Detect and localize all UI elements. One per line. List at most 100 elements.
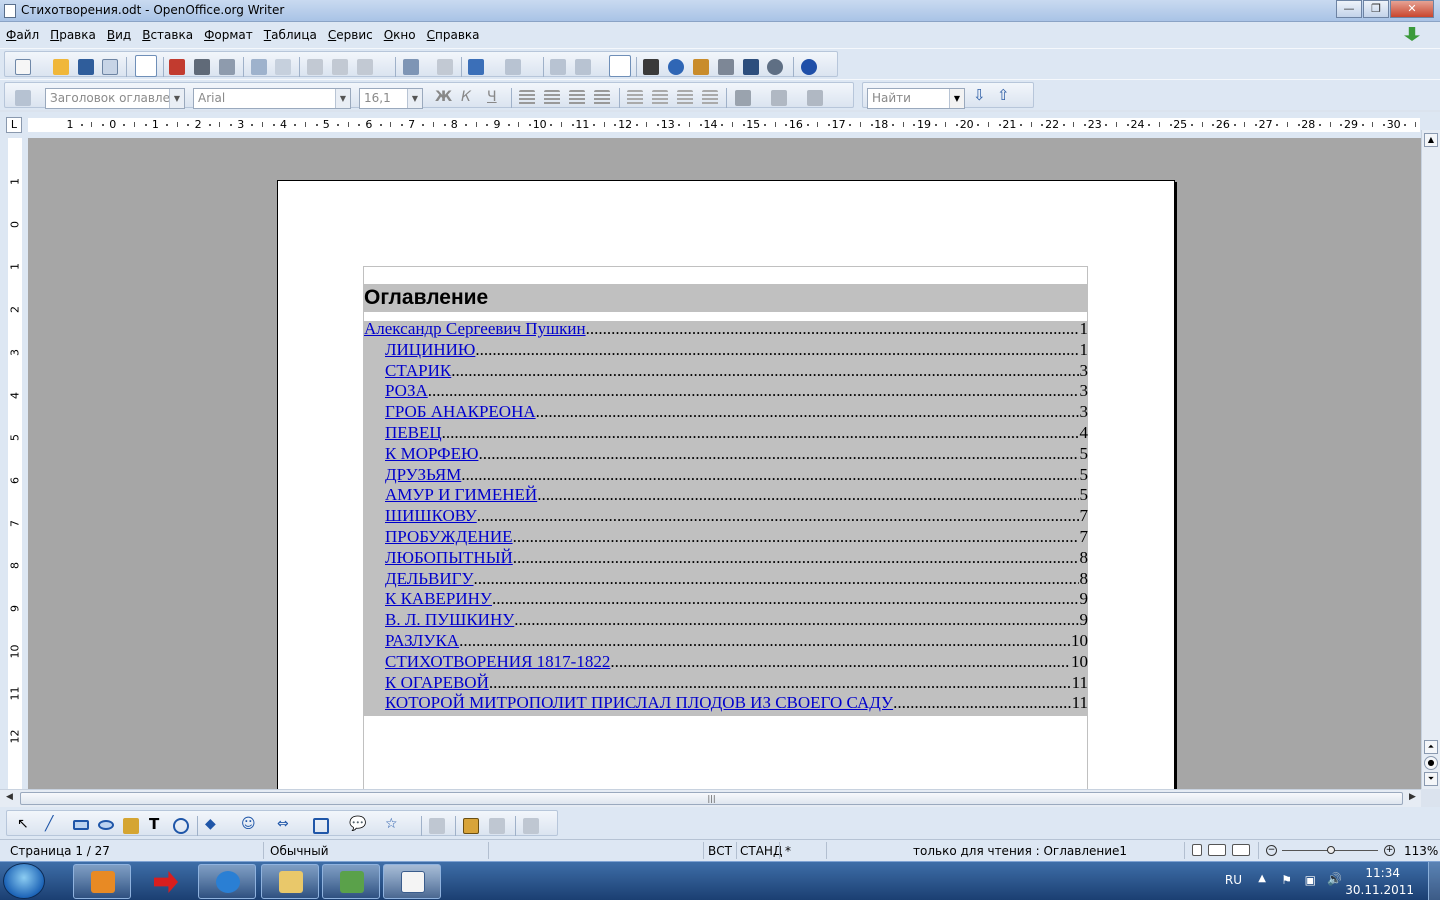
clone-formatting-icon[interactable] <box>403 59 419 75</box>
show-hidden-icons-icon[interactable]: ▲ <box>1258 873 1266 884</box>
menu-file[interactable]: Файл <box>6 28 39 42</box>
taskbar-user-app[interactable] <box>322 864 380 899</box>
text-area[interactable]: Оглавление Александр Сергеевич Пушкин1ЛИ… <box>363 266 1088 789</box>
toc-entry[interactable]: К МОРФЕЮ 5 <box>364 444 1088 465</box>
menu-edit[interactable]: Правка <box>50 28 96 42</box>
toc-entry[interactable]: РОЗА 3 <box>364 381 1088 402</box>
navigator-icon[interactable] <box>668 59 684 75</box>
zoom-in-icon[interactable]: + <box>1384 845 1395 856</box>
toc-entry-link[interactable]: АМУР И ГИМЕНЕЙ <box>385 485 537 505</box>
zoom-icon[interactable] <box>767 59 783 75</box>
book-view-icon[interactable] <box>1232 844 1250 856</box>
toc-entry-link[interactable]: СТИХОТВОРЕНИЯ 1817-1822 <box>385 652 610 672</box>
autospellcheck-icon[interactable] <box>275 59 291 75</box>
zoom-slider-thumb[interactable] <box>1327 846 1335 854</box>
new-document-icon[interactable] <box>15 59 31 75</box>
network-icon[interactable]: ▣ <box>1305 873 1316 887</box>
multi-page-view-icon[interactable] <box>1208 844 1226 856</box>
rectangle-icon[interactable] <box>73 820 89 830</box>
select-arrow-icon[interactable]: ↖ <box>17 816 33 832</box>
previous-page-icon[interactable]: ⏶ <box>1424 740 1438 754</box>
underline-button[interactable]: Ч <box>487 89 503 105</box>
menu-help[interactable]: Справка <box>427 28 480 42</box>
background-color-icon[interactable] <box>807 90 823 106</box>
scrollbar-thumb[interactable]: ||| <box>20 792 1403 805</box>
scroll-up-icon[interactable]: ▲ <box>1424 133 1438 147</box>
find-replace-icon[interactable] <box>643 59 659 75</box>
toc-entry-link[interactable]: ПРОБУЖДЕНИЕ <box>385 527 513 547</box>
taskbar-media-player[interactable] <box>73 864 131 899</box>
horizontal-scrollbar[interactable]: ◀ ||| ▶ <box>0 789 1421 807</box>
flowchart-icon[interactable] <box>313 818 329 834</box>
print-preview-icon[interactable] <box>219 59 235 75</box>
menu-tools[interactable]: Сервис <box>328 28 373 42</box>
update-available-icon[interactable] <box>1404 27 1420 41</box>
single-page-view-icon[interactable] <box>1192 844 1202 856</box>
toc-entry[interactable]: СТИХОТВОРЕНИЯ 1817-1822 10 <box>364 652 1088 673</box>
toc-entry-link[interactable]: К МОРФЕЮ <box>385 444 478 464</box>
data-sources-icon[interactable] <box>718 59 734 75</box>
toc-entry-link[interactable]: ШИШКОВУ <box>385 506 477 526</box>
toc-entry[interactable]: ПЕВЕЦ 4 <box>364 423 1088 444</box>
callouts-icon[interactable]: 💬 <box>349 816 366 832</box>
page-style[interactable]: Обычный <box>270 844 329 858</box>
toc-entry-link[interactable]: В. Л. ПУШКИНУ <box>385 610 514 630</box>
open-folder-icon[interactable] <box>53 59 69 75</box>
toc-entry-link[interactable]: ГРОБ АНАКРЕОНА <box>385 402 536 422</box>
symbol-shapes-icon[interactable]: ☺ <box>241 816 257 832</box>
scroll-left-icon[interactable]: ◀ <box>6 792 13 802</box>
points-icon[interactable] <box>429 818 445 834</box>
save-icon[interactable] <box>78 59 94 75</box>
toc-entry[interactable]: К ОГАРЕВОЙ 11 <box>364 673 1088 694</box>
table-of-contents[interactable]: Александр Сергеевич Пушкин1ЛИЦИНИЮ1СТАРИ… <box>364 319 1088 716</box>
export-pdf-icon[interactable] <box>169 59 185 75</box>
zoom-level[interactable]: 113% <box>1404 844 1438 858</box>
toc-entry-link[interactable]: К ОГАРЕВОЙ <box>385 673 489 693</box>
maximize-button[interactable]: ❐ <box>1363 0 1389 18</box>
minimize-button[interactable]: — <box>1336 0 1362 18</box>
undo-icon[interactable] <box>468 59 484 75</box>
toc-entry-link[interactable]: ДРУЗЬЯМ <box>385 465 461 485</box>
show-draw-functions-icon[interactable] <box>609 55 631 77</box>
font-size-select[interactable]: 16,1 ▼ <box>359 88 423 109</box>
taskbar-arrow-app[interactable] <box>136 864 194 899</box>
document-area[interactable]: Оглавление Александр Сергеевич Пушкин1ЛИ… <box>28 138 1421 789</box>
toc-entry-link[interactable]: Александр Сергеевич Пушкин <box>364 319 586 339</box>
toc-entry-link[interactable]: К КАВЕРИНУ <box>385 589 492 609</box>
toc-entry[interactable]: ДЕЛЬВИГУ 8 <box>364 569 1088 590</box>
taskbar-explorer[interactable] <box>261 864 319 899</box>
align-center-icon[interactable] <box>544 90 560 106</box>
clock-time[interactable]: 11:34 <box>1365 866 1400 880</box>
font-name-select[interactable]: Arial ▼ <box>193 88 351 109</box>
line-icon[interactable]: ╱ <box>45 816 61 832</box>
document-page[interactable]: Оглавление Александр Сергеевич Пушкин1ЛИ… <box>277 180 1175 789</box>
action-center-icon[interactable]: ⚑ <box>1281 873 1292 887</box>
text-icon[interactable]: T <box>149 815 165 833</box>
taskbar-internet-explorer[interactable] <box>198 864 256 899</box>
scroll-right-icon[interactable]: ▶ <box>1409 792 1416 802</box>
menu-insert[interactable]: Вставка <box>142 28 193 42</box>
page-indicator[interactable]: Страница 1 / 27 <box>10 844 110 858</box>
font-color-icon[interactable] <box>735 90 751 106</box>
start-button[interactable] <box>3 863 45 899</box>
vertical-scrollbar[interactable]: ▲ ⏶ ● ⏷ <box>1421 130 1440 789</box>
insert-mode[interactable]: ВСТ <box>708 844 732 858</box>
paragraph-style-select[interactable]: Заголовок оглавлени ▼ <box>45 88 185 109</box>
numbering-icon[interactable] <box>627 90 643 106</box>
print-icon[interactable] <box>194 59 210 75</box>
block-arrows-icon[interactable]: ⇔ <box>277 816 293 832</box>
toc-entry-link[interactable]: КОТОРОЙ МИТРОПОЛИТ ПРИСЛАЛ ПЛОДОВ ИЗ СВО… <box>385 693 893 713</box>
document-modified[interactable]: * <box>785 844 791 858</box>
find-next-icon[interactable]: ⇩ <box>973 86 989 104</box>
toc-entry-link[interactable]: РОЗА <box>385 381 428 401</box>
stars-icon[interactable]: ☆ <box>385 816 401 832</box>
toc-entry[interactable]: ЛЮБОПЫТНЫЙ 8 <box>364 548 1088 569</box>
toc-entry[interactable]: ГРОБ АНАКРЕОНА 3 <box>364 402 1088 423</box>
clock-date[interactable]: 30.11.2011 <box>1345 883 1414 897</box>
redo-icon[interactable] <box>505 59 521 75</box>
toc-entry[interactable]: АМУР И ГИМЕНЕЙ 5 <box>364 485 1088 506</box>
toc-entry[interactable]: ШИШКОВУ 7 <box>364 506 1088 527</box>
bullets-icon[interactable] <box>652 90 668 106</box>
toc-entry[interactable]: ЛИЦИНИЮ 1 <box>364 340 1088 361</box>
edit-mode-icon[interactable] <box>135 55 157 77</box>
